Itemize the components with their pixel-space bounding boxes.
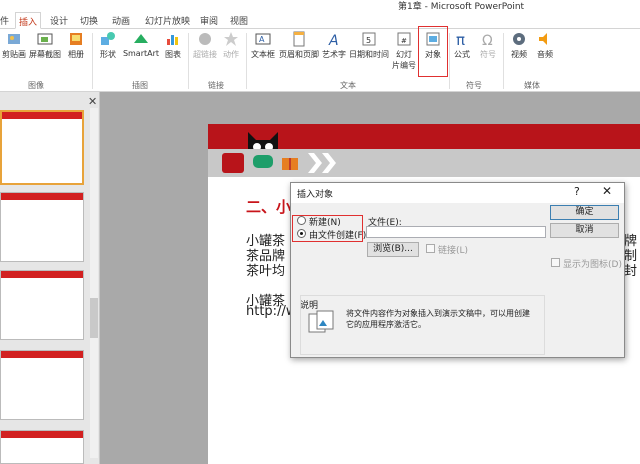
ribbon-separator [188,33,189,89]
group-links: 链接 [208,81,224,90]
tab-design[interactable]: 设计 [50,14,68,27]
wordart-icon: A [328,33,339,47]
video-button[interactable]: 视频 [508,31,530,60]
link-label: 链接(L) [438,246,469,256]
ribbon-separator [92,33,93,89]
star-icon [224,32,238,46]
slide-heading: 二、小 [246,198,292,216]
smartart-button[interactable]: SmartArt [122,31,160,58]
help-icon[interactable]: ? [574,185,580,198]
description-text: 它的应用程序激活它。 [346,320,426,329]
hyperlink-button[interactable]: 超链接 [192,31,218,60]
tab-transitions[interactable]: 切换 [80,14,98,27]
album-icon [70,33,82,45]
tab-file[interactable]: 件 [0,14,9,27]
svg-text:5: 5 [366,36,371,45]
description-text: 将文件内容作为对象插入到演示文稿中，可以用创建 [346,309,530,318]
tab-view[interactable]: 视图 [230,14,248,27]
wordart-button[interactable]: A 艺术字 [320,31,348,60]
tab-review[interactable]: 审阅 [200,14,218,27]
calendar-icon: 5 [362,32,376,46]
ribbon-separator [503,33,504,89]
group-images: 图像 [28,81,44,90]
dialog-titlebar: 插入对象 ? ✕ [291,183,624,203]
header-footer-icon [293,31,305,47]
symbol-button[interactable]: Ω 符号 [478,31,498,60]
title-bar: 第1章 - Microsoft PowerPoint [0,0,640,12]
cancel-button[interactable]: 取消 [550,223,619,238]
ribbon-separator [449,33,450,89]
slide-thumbnail[interactable] [0,350,84,420]
shapes-icon [101,32,115,45]
arrows-icon [308,153,336,173]
ok-button[interactable]: 确定 [550,205,619,220]
textbox-icon: A [255,33,271,45]
album-button[interactable]: 相册 [64,31,88,60]
dialog-title: 插入对象 [297,190,334,200]
tab-animations[interactable]: 动画 [112,14,130,27]
screenshot-button[interactable]: 屏幕截图 [28,31,62,60]
film-icon [513,33,525,45]
slide-number-button[interactable]: # 幻灯 片编号 [390,31,418,71]
show-as-icon-label: 显示为图标(D) [563,260,622,270]
slide-body-line: 茶叶均 [246,264,286,279]
gift-icon [282,158,298,170]
svg-text:A: A [259,35,265,44]
action-button[interactable]: 动作 [220,31,242,60]
object-button-highlight [418,26,448,77]
clipart-button[interactable]: 剪贴画 [2,31,26,60]
ribbon-tabs: 件 插入 设计 切换 动画 幻灯片放映 审阅 视图 [0,12,640,29]
slide-thumbnail[interactable] [0,270,84,340]
group-text: 文本 [340,81,356,90]
scrollbar-thumb[interactable] [90,298,98,338]
link-checkbox[interactable] [426,244,435,253]
textbox-button[interactable]: A 文本框 [250,31,276,60]
object-file-icon [308,310,334,333]
chat-icon [253,155,273,168]
close-icon[interactable]: ✕ [602,184,612,198]
globe-icon [199,33,211,45]
audio-button[interactable]: 音频 [534,31,556,60]
speaker-icon [539,33,547,45]
tab-insert[interactable]: 插入 [15,12,42,29]
create-from-file-highlight [292,215,363,242]
group-illustrations: 插图 [132,81,148,90]
chart-icon [167,35,178,45]
file-path-input[interactable] [366,226,546,238]
group-media: 媒体 [524,81,540,90]
svg-text:#: # [401,37,407,45]
slide-thumbnail[interactable] [0,110,84,185]
slide-thumbnail[interactable] [0,430,84,464]
chart-button[interactable]: 图表 [162,31,184,60]
pi-icon: π [456,31,465,47]
window-title: 第1章 - Microsoft PowerPoint [398,2,525,12]
svg-text:Ω: Ω [482,33,493,47]
ribbon: 剪贴画 屏幕截图 相册 图像 形状 SmartArt 图表 插图 超链接 动作 … [0,29,640,92]
close-icon[interactable]: ✕ [88,95,97,108]
wallet-icon [222,153,244,173]
browse-button[interactable]: 浏览(B)... [367,242,419,257]
ribbon-separator [246,33,247,89]
smartart-icon [134,34,148,43]
datetime-button[interactable]: 5 日期和时间 [348,31,390,60]
slide-number-icon: # [397,32,411,46]
clipart-icon [8,34,20,44]
show-as-icon-checkbox[interactable] [551,258,560,267]
insert-object-dialog: 插入对象 ? ✕ 新建(N) 由文件创建(F) 文件(E): 浏览(B)... … [290,182,625,358]
shapes-button[interactable]: 形状 [96,31,120,60]
svg-text:π: π [456,31,465,47]
screenshot-icon [37,33,53,45]
group-symbols: 符号 [466,81,482,90]
slide-body-line: 封 [624,264,638,279]
omega-icon: Ω [482,33,493,47]
pane-scrollbar[interactable] [90,108,98,458]
slide-header-bar [208,124,640,156]
tab-slideshow[interactable]: 幻灯片放映 [145,14,190,27]
header-footer-button[interactable]: 页眉和页脚 [278,31,320,60]
svg-text:A: A [328,33,339,47]
equation-button[interactable]: π 公式 [452,31,472,60]
slide-thumbnail[interactable] [0,192,84,262]
